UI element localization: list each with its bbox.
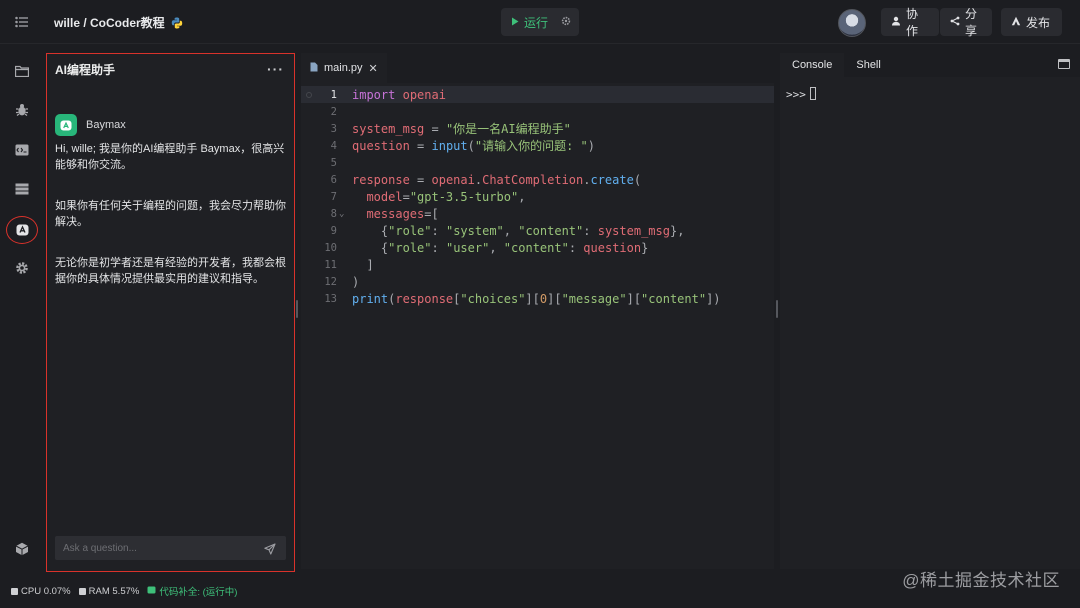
tab-shell[interactable]: Shell [844,53,892,77]
more-options-icon[interactable]: ··· [267,61,284,77]
share-label: 分享 [965,7,978,38]
user-avatar[interactable] [838,9,866,37]
code-line: 3 system_msg = "你是一名AI编程助手" [301,120,774,137]
run-button[interactable]: 运行 [501,14,553,31]
code-snippet-icon[interactable] [13,141,31,159]
project-title-text: wille / CoCoder教程 [54,16,165,30]
code-line: 8 ⌄ messages=[ [301,205,774,222]
top-bar: wille / CoCoder教程 运行 协作 分享 发布 [0,0,1080,44]
code-line: 4 question = input("请输入你的问题: ") [301,137,774,154]
line-number: 6 [330,173,337,186]
line-number: 9 [330,224,337,237]
share-icon [950,15,960,29]
code-completion-status[interactable]: 代码补全: (运行中) [147,584,237,598]
publish-icon [1011,15,1021,29]
code-line: 11 ] [301,256,774,273]
ai-question-input[interactable] [63,542,243,554]
database-icon[interactable] [13,180,31,198]
run-label: 运行 [524,15,549,30]
watermark: @稀土掘金技术社区 [902,571,1060,590]
ram-usage: RAM 5.57% [78,585,140,597]
line-number: 13 [324,292,337,305]
code-line: 13 print(response["choices"][0]["message… [301,290,774,307]
ai-message: Hi, wille; 我是你的AI编程助手 Baymax，很高兴能够和你交流。 [55,143,285,171]
line-number: 4 [330,139,337,152]
user-icon [891,15,901,29]
line-number: 2 [330,105,337,118]
line-number: 5 [330,156,337,169]
bot-identity: Baymax [55,114,126,136]
code-line: 2 [301,103,774,120]
line-number: 8 [330,207,337,220]
tab-label: main.py [324,62,363,74]
share-button[interactable]: 分享 [940,7,992,38]
completion-icon [147,586,156,597]
collaborate-label: 协作 [906,7,919,38]
packages-icon[interactable] [13,540,31,558]
line-number: 12 [324,275,337,288]
bot-name: Baymax [86,119,126,131]
cpu-usage-text: CPU 0.07% [21,585,71,597]
collaborate-button[interactable]: 协作 [881,7,939,38]
line-number: 3 [330,122,337,135]
ai-message: 如果你有任何关于编程的问题，我会尽力帮助你解决。 [55,200,286,228]
close-icon[interactable]: ✕ [369,62,378,75]
project-title[interactable]: wille / CoCoder教程 [54,14,183,31]
ai-panel-header: AI编程助手 ··· [47,54,294,84]
text-cursor [809,87,816,100]
line-number: 7 [330,190,337,203]
publish-label: 发布 [1026,15,1051,30]
tab-main-py[interactable]: main.py ✕ [301,53,387,83]
ai-panel-title: AI编程助手 [55,62,116,77]
ram-usage-text: RAM 5.57% [88,585,140,597]
ai-question-box [55,536,286,560]
breakpoint-marker-icon[interactable] [306,91,312,98]
cpu-usage: CPU 0.07% [11,586,71,597]
run-group: 运行 [501,8,579,36]
code-area[interactable]: 1 import openai 2 3 system_msg = "你是一名AI… [301,86,774,307]
files-icon[interactable] [13,62,31,80]
ai-message: 无论你是初学者还是有经验的开发者，我都会根据你的具体情况提供最实用的建议和指导。 [55,257,286,285]
panel-resize-handle[interactable] [776,300,778,318]
code-line: 10 {"role": "user", "content": question} [301,239,774,256]
console-prompt[interactable]: >>> [786,87,816,101]
code-line: 5 [301,154,774,171]
line-number: 11 [324,258,337,271]
gear-icon [561,16,571,29]
ai-assistant-icon[interactable] [13,221,31,239]
cpu-icon [11,587,18,595]
python-file-icon [310,62,318,75]
code-line: 9 {"role": "system", "content": system_m… [301,222,774,239]
python-icon [171,17,182,28]
fold-chevron-icon[interactable]: ⌄ [339,209,344,219]
console-tab-bar: Console Shell [780,53,1080,77]
ai-assistant-panel: AI编程助手 ··· Baymax Hi, wille; 我是你的AI编程助手 … [46,53,295,572]
publish-button[interactable]: 发布 [1001,8,1062,36]
code-line: 7 model="gpt-3.5-turbo", [301,188,774,205]
panel-resize-handle[interactable] [296,300,298,318]
ram-icon [78,587,86,595]
code-line: 6 response = openai.ChatCompletion.creat… [301,171,774,188]
code-completion-text: 代码补全: (运行中) [159,587,238,598]
play-icon [511,15,519,29]
prompt-symbol: >>> [786,88,806,101]
code-editor: main.py ✕ 1 import openai 2 3 system_msg… [301,53,774,569]
debug-icon[interactable] [13,101,31,119]
settings-icon[interactable] [13,259,31,277]
send-icon[interactable] [264,542,276,555]
tab-console[interactable]: Console [780,53,845,77]
bot-avatar [55,114,77,136]
editor-tab-bar: main.py ✕ [301,53,774,83]
console-panel: Console Shell >>> [780,53,1080,569]
code-line: 1 import openai [301,86,774,103]
maximize-icon[interactable] [1058,59,1070,69]
run-settings-button[interactable] [553,8,579,36]
activity-rail [0,44,44,572]
menu-icon[interactable] [14,14,30,30]
line-number: 10 [324,241,337,254]
code-line: 12 ) [301,273,774,290]
